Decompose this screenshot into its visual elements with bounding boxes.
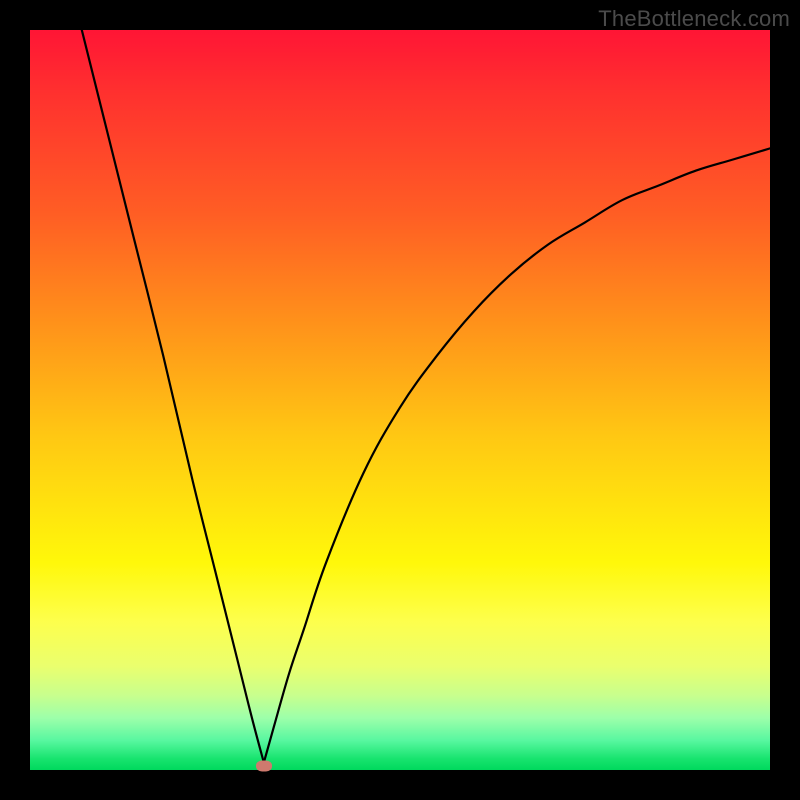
watermark-text: TheBottleneck.com <box>598 6 790 32</box>
bottleneck-curve <box>30 30 770 770</box>
minimum-marker <box>256 761 272 772</box>
plot-area <box>30 30 770 770</box>
